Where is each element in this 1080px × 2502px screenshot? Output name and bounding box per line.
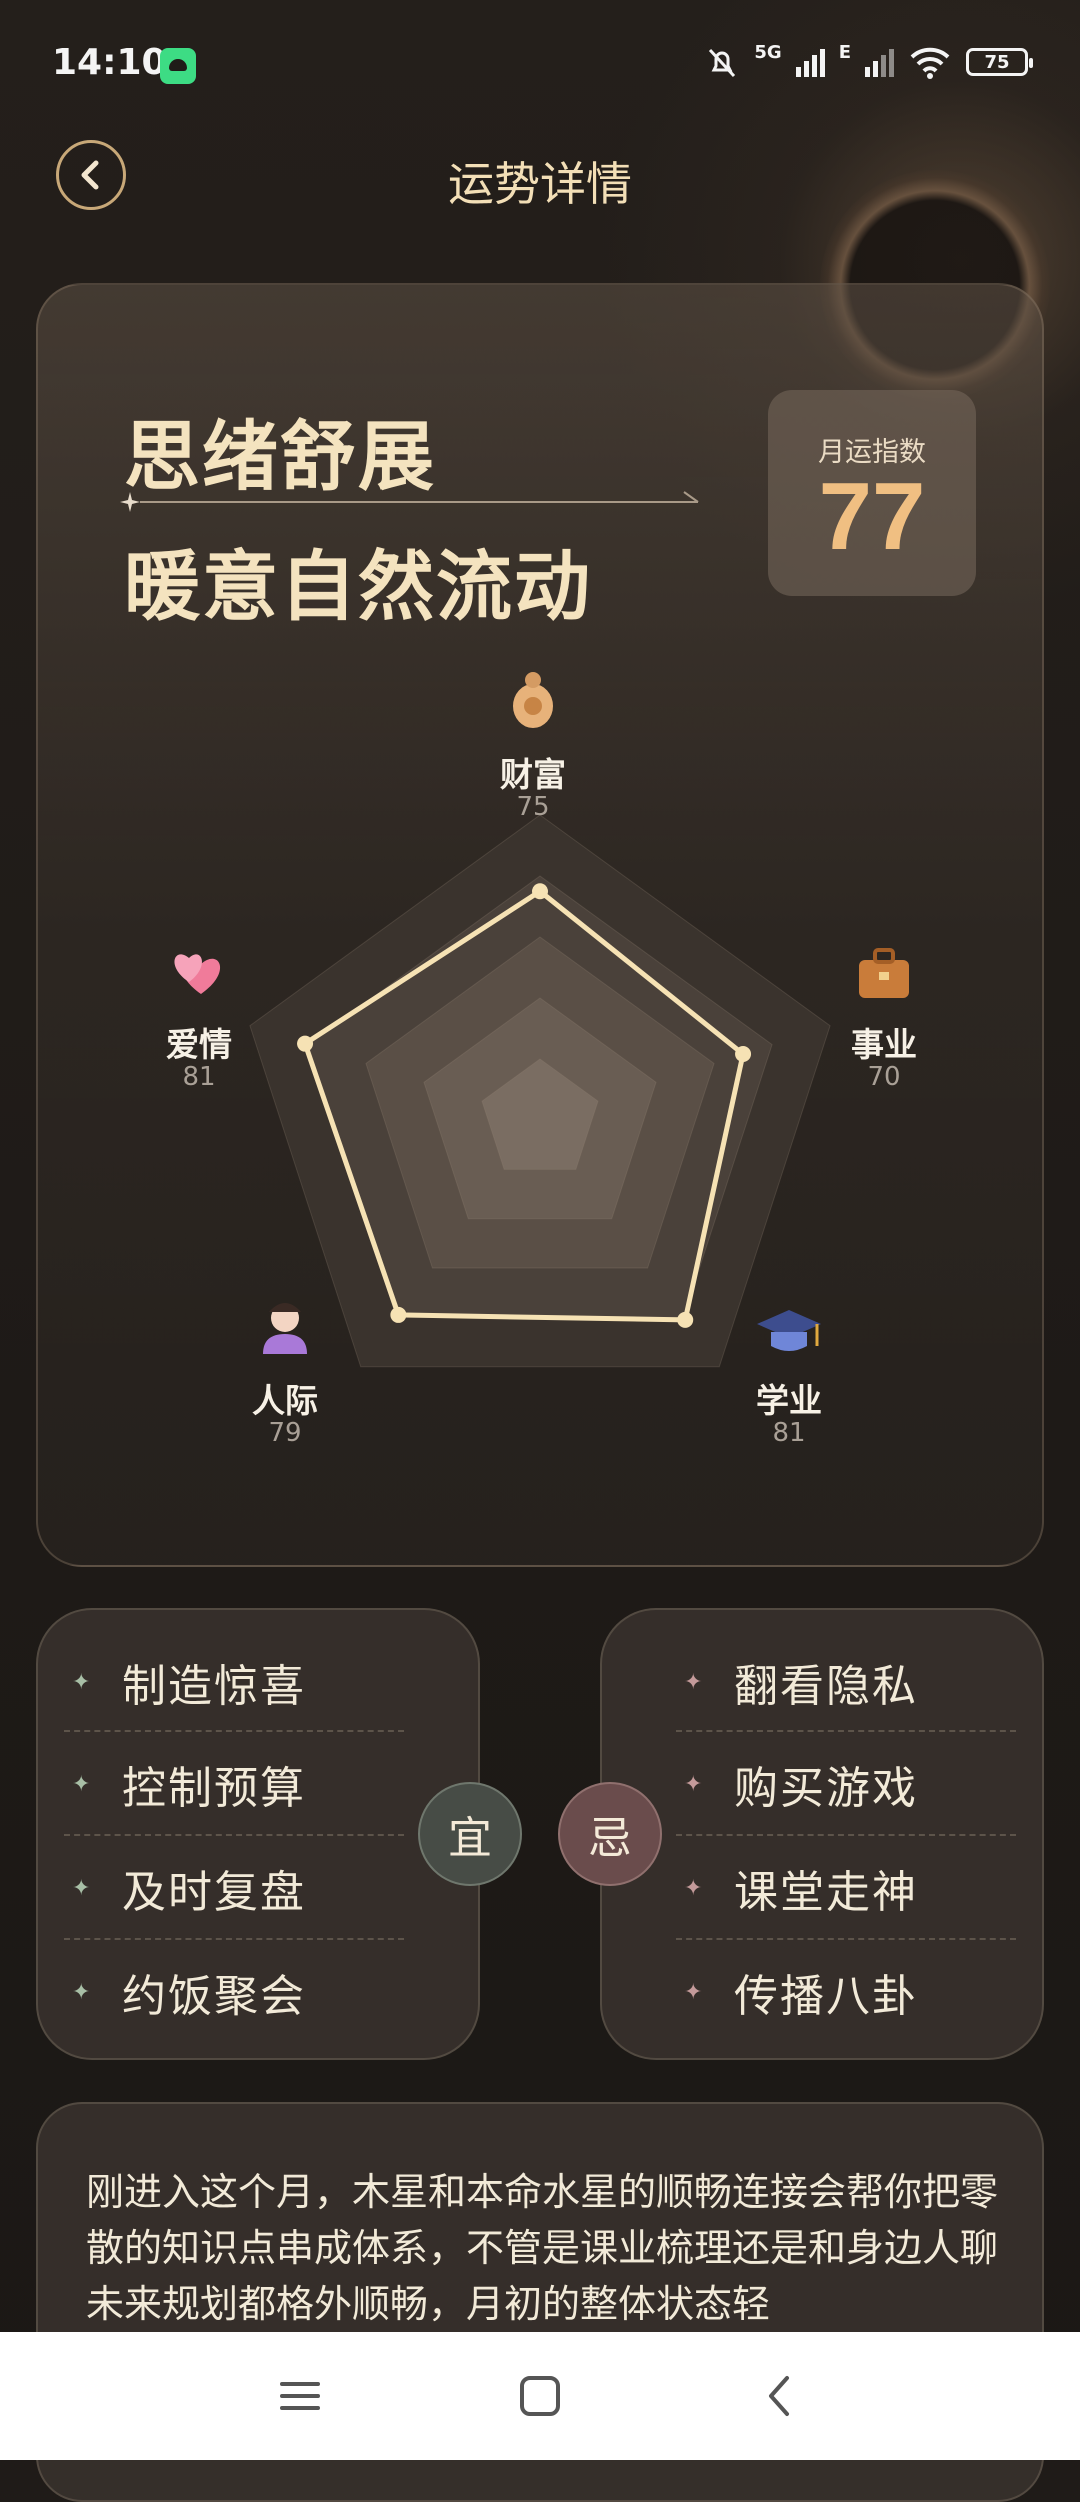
ji-item: ✦ 传播八卦	[676, 1940, 1016, 2044]
ji-item-label: 购买游戏	[734, 1763, 918, 1814]
radar-axis-label: 爱情	[166, 1025, 232, 1064]
radar-axis-label: 学业	[756, 1381, 822, 1420]
yi-item: ✦ 约饭聚会	[64, 1940, 452, 2044]
yi-card: ✦ 制造惊喜 ✦ 控制预算 ✦ 及时复盘 ✦ 约饭聚会	[36, 1608, 480, 2060]
radar-axis-label: 人际	[252, 1381, 318, 1420]
radar-data-point	[532, 883, 548, 900]
yi-item: ✦ 控制预算	[64, 1732, 452, 1836]
home-square-icon	[520, 2376, 560, 2416]
yi-item-label: 制造惊喜	[122, 1661, 306, 1712]
ji-item-label: 课堂走神	[734, 1867, 918, 1918]
sparkle-icon: ✦	[72, 1979, 91, 2005]
ji-item: ✦ 课堂走神	[676, 1836, 1016, 1940]
sparkle-icon: ✦	[684, 1979, 703, 2005]
radar-axis-value: 75	[516, 792, 550, 822]
back-arrow-icon	[769, 2376, 789, 2416]
radar-data-point	[390, 1306, 407, 1323]
sparkle-icon: ✦	[684, 1771, 703, 1797]
yi-badge: 宜	[418, 1782, 522, 1886]
radar-axis-value: 81	[772, 1418, 806, 1448]
sparkle-icon: ✦	[684, 1669, 703, 1695]
menu-nav-button[interactable]	[270, 2366, 330, 2426]
sparkle-icon: ✦	[72, 1669, 91, 1695]
yi-item: ✦ 及时复盘	[64, 1836, 452, 1940]
yi-item-label: 控制预算	[122, 1763, 306, 1814]
radar-data-point	[297, 1035, 314, 1052]
money-bag-tie	[525, 672, 541, 688]
sparkle-icon: ✦	[72, 1875, 91, 1901]
yi-item-label: 约饭聚会	[122, 1971, 306, 2022]
briefcase-handle	[873, 948, 895, 964]
radar-axis-value: 81	[182, 1062, 216, 1092]
radar-axis-value: 79	[268, 1418, 302, 1448]
ji-item: ✦ 翻看隐私	[676, 1630, 1016, 1734]
radar-data-point	[677, 1311, 694, 1328]
sparkle-icon: ✦	[684, 1875, 703, 1901]
home-nav-button[interactable]	[510, 2366, 570, 2426]
cap-base	[771, 1332, 807, 1351]
coin-mark	[524, 697, 542, 715]
radar-axis-label: 事业	[851, 1025, 917, 1064]
description-text: 刚进入这个月，木星和本命水星的顺畅连接会帮你把零散的知识点串成体系，不管是课业梳…	[86, 2170, 999, 2326]
person-hair	[269, 1303, 301, 1312]
briefcase-latch	[879, 972, 889, 980]
ji-item-label: 翻看隐私	[734, 1661, 918, 1712]
menu-icon	[280, 2382, 320, 2410]
ji-item: ✦ 购买游戏	[676, 1732, 1016, 1836]
system-nav-bar	[0, 2332, 1080, 2460]
ji-badge: 忌	[558, 1782, 662, 1886]
ji-item-label: 传播八卦	[734, 1971, 918, 2022]
sparkle-icon: ✦	[72, 1771, 91, 1797]
radar-data-point	[735, 1046, 752, 1063]
yi-item-label: 及时复盘	[122, 1867, 306, 1918]
person-icon	[263, 1334, 307, 1354]
ji-card: ✦ 翻看隐私 ✦ 购买游戏 ✦ 课堂走神 ✦ 传播八卦	[600, 1608, 1044, 2060]
yi-item: ✦ 制造惊喜	[64, 1630, 452, 1734]
radar-axis-label: 财富	[500, 755, 566, 794]
radar-axis-value: 70	[867, 1062, 901, 1092]
back-nav-button[interactable]	[750, 2366, 810, 2426]
